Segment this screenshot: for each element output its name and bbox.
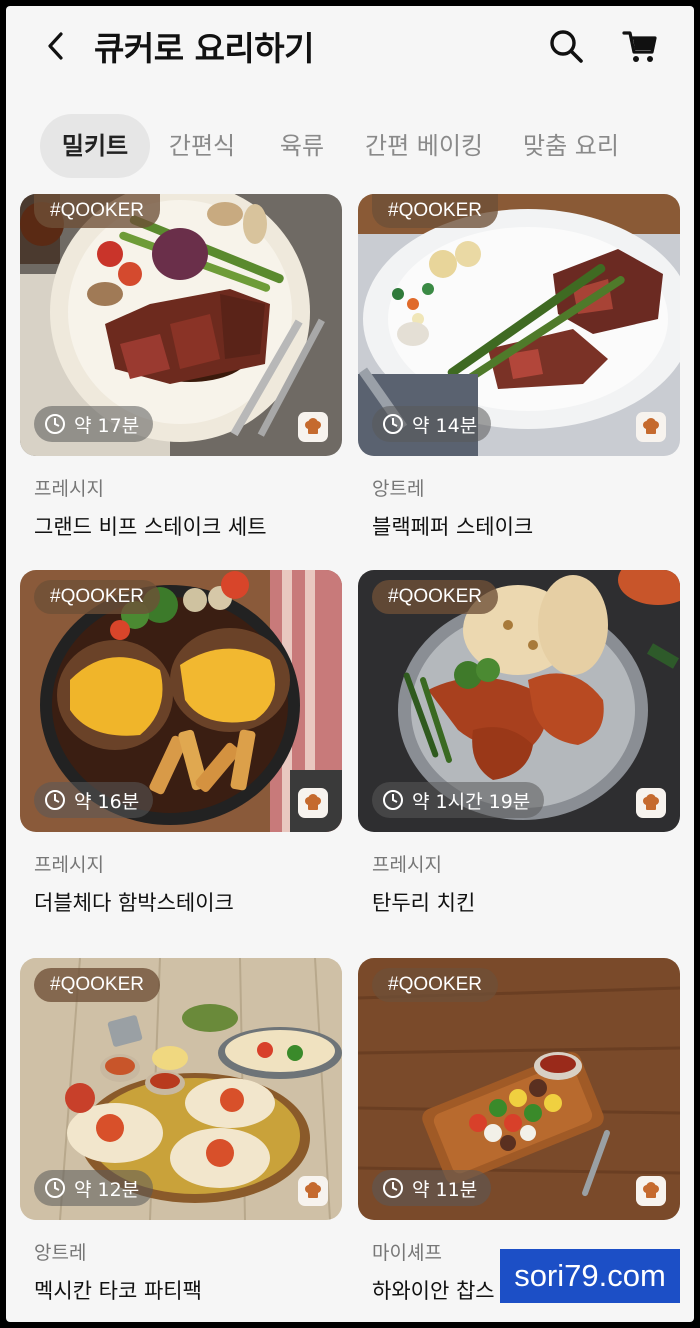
product-card[interactable]: #QOOKER 약 17분 프레시지 그랜드 비프 스테이크 세트 <box>20 194 342 541</box>
qooker-tag: #QOOKER <box>34 968 160 1002</box>
cook-time-badge: 약 16분 <box>34 782 154 818</box>
product-card[interactable]: #QOOKER 약 16분 프레시지 더블체다 함박스테이크 <box>20 570 342 917</box>
product-card[interactable]: #QOOKER 약 12분 앙트레 멕시칸 타코 파티팩 <box>20 958 342 1305</box>
product-image: #QOOKER 약 1시간 19분 <box>358 570 680 832</box>
cook-time-text: 약 11분 <box>412 1178 478 1201</box>
tab-custom-cooking[interactable]: 맞춤 요리 <box>518 114 624 178</box>
product-brand: 프레시지 <box>34 854 104 876</box>
product-image: #QOOKER 약 17분 <box>20 194 342 456</box>
qooker-tag: #QOOKER <box>34 580 160 614</box>
cart-icon <box>622 31 657 62</box>
back-button[interactable] <box>36 26 76 66</box>
qooker-tag: #QOOKER <box>372 194 498 228</box>
product-grid: #QOOKER 약 17분 프레시지 그랜드 비프 스테이크 세트 #QOOKE… <box>6 194 694 1322</box>
cook-time-text: 약 16분 <box>74 790 140 813</box>
qooker-tag: #QOOKER <box>34 194 160 228</box>
cook-time-badge: 약 1시간 19분 <box>372 782 545 818</box>
search-button[interactable] <box>544 24 588 68</box>
product-name: 블랙페퍼 스테이크 <box>372 515 534 539</box>
page-title: 큐커로 요리하기 <box>94 29 315 68</box>
clock-icon <box>45 1178 65 1198</box>
app-screen: 큐커로 요리하기 밀키트 간편식 육류 간편 베이킹 맞춤 요리 #QOOKER… <box>6 6 694 1322</box>
chevron-left-icon <box>48 32 63 60</box>
product-brand: 앙트레 <box>372 478 425 500</box>
product-name: 더블체다 함박스테이크 <box>34 891 234 915</box>
chef-hat-icon <box>636 412 666 442</box>
clock-icon <box>383 790 403 810</box>
tab-meat[interactable]: 육류 <box>270 114 334 178</box>
category-tabs: 밀키트 간편식 육류 간편 베이킹 맞춤 요리 <box>6 114 694 178</box>
cook-time-text: 약 12분 <box>74 1178 140 1201</box>
cook-time-badge: 약 14분 <box>372 406 492 442</box>
chef-hat-icon <box>298 788 328 818</box>
product-name: 멕시칸 타코 파티팩 <box>34 1279 202 1303</box>
clock-icon <box>383 414 403 434</box>
cook-time-badge: 약 17분 <box>34 406 154 442</box>
chef-hat-icon <box>298 1176 328 1206</box>
qooker-tag: #QOOKER <box>372 580 498 614</box>
device-frame: 큐커로 요리하기 밀키트 간편식 육류 간편 베이킹 맞춤 요리 #QOOKER… <box>0 0 700 1328</box>
tab-convenience-food[interactable]: 간편식 <box>162 114 242 178</box>
cook-time-badge: 약 11분 <box>372 1170 492 1206</box>
tab-mealkit[interactable]: 밀키트 <box>40 114 150 178</box>
cook-time-text: 약 1시간 19분 <box>412 790 531 813</box>
cook-time-badge: 약 12분 <box>34 1170 154 1206</box>
cart-button[interactable] <box>618 24 662 68</box>
product-card[interactable]: #QOOKER 약 14분 앙트레 블랙페퍼 스테이크 <box>358 194 680 541</box>
product-image: #QOOKER 약 16분 <box>20 570 342 832</box>
chef-hat-icon <box>298 412 328 442</box>
clock-icon <box>45 790 65 810</box>
top-app-bar: 큐커로 요리하기 <box>6 6 694 90</box>
product-brand: 프레시지 <box>372 854 442 876</box>
clock-icon <box>45 414 65 434</box>
product-name: 그랜드 비프 스테이크 세트 <box>34 515 267 539</box>
product-image: #QOOKER 약 12분 <box>20 958 342 1220</box>
clock-icon <box>383 1178 403 1198</box>
product-image: #QOOKER 약 11분 <box>358 958 680 1220</box>
product-image: #QOOKER 약 14분 <box>358 194 680 456</box>
product-card[interactable]: #QOOKER 약 1시간 19분 프레시지 탄두리 치킨 <box>358 570 680 917</box>
product-name: 탄두리 치킨 <box>372 891 476 915</box>
watermark: sori79.com <box>500 1249 680 1303</box>
qooker-tag: #QOOKER <box>372 968 498 1002</box>
cook-time-text: 약 14분 <box>412 414 478 437</box>
product-brand: 앙트레 <box>34 1242 87 1264</box>
chef-hat-icon <box>636 788 666 818</box>
tab-easy-baking[interactable]: 간편 베이킹 <box>360 114 488 178</box>
product-brand: 프레시지 <box>34 478 104 500</box>
cook-time-text: 약 17분 <box>74 414 140 437</box>
search-icon <box>550 30 583 63</box>
chef-hat-icon <box>636 1176 666 1206</box>
